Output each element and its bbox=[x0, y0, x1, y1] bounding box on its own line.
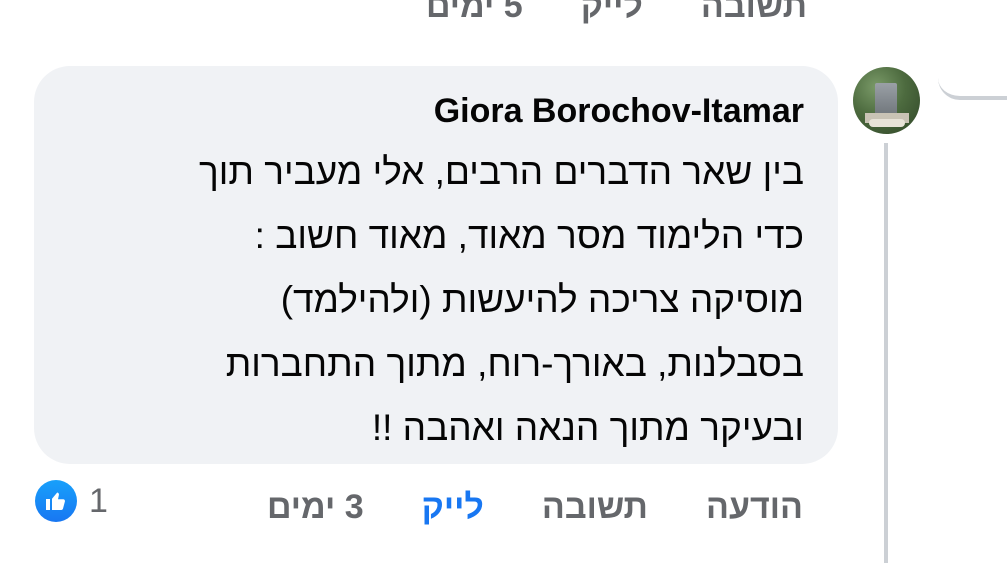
comment-bubble: Giora Borochov-Itamar בין שאר הדברים הרב… bbox=[34, 66, 838, 464]
comment-line: כדי הלימוד מסר מאוד, מאוד חשוב : bbox=[254, 215, 804, 256]
previous-comment-time[interactable]: 5 ימים bbox=[426, 0, 523, 26]
comment-time[interactable]: 3 ימים bbox=[267, 488, 364, 527]
previous-comment-actions: 5 ימים לייק תשובה bbox=[426, 0, 807, 26]
reaction-summary[interactable]: 1 bbox=[35, 478, 108, 524]
thread-line bbox=[884, 143, 888, 563]
comment-line: מוסיקה צריכה להיעשות (ולהילמד) bbox=[280, 279, 804, 320]
reply-connector-line bbox=[938, 0, 1007, 100]
message-button[interactable]: הודעה bbox=[706, 488, 803, 527]
comment-line: בסבלנות, באורך-רוח, מתוך התחברות bbox=[225, 343, 804, 384]
avatar[interactable] bbox=[853, 67, 920, 134]
thumbs-up-icon bbox=[35, 480, 77, 522]
previous-like-button[interactable]: לייק bbox=[581, 0, 643, 26]
comment-text: בין שאר הדברים הרבים, אלי מעביר תוך כדי … bbox=[84, 140, 804, 460]
reaction-count: 1 bbox=[89, 481, 108, 520]
comment-author[interactable]: Giora Borochov-Itamar bbox=[434, 92, 804, 131]
comment-actions: 3 ימים לייק תשובה הודעה bbox=[267, 482, 803, 532]
comment-line: ובעיקר מתוך הנאה ואהבה !! bbox=[371, 407, 804, 448]
comment-line: בין שאר הדברים הרבים, אלי מעביר תוך bbox=[199, 151, 804, 192]
reply-button[interactable]: תשובה bbox=[542, 488, 648, 527]
like-button[interactable]: לייק bbox=[422, 488, 484, 527]
previous-reply-button[interactable]: תשובה bbox=[701, 0, 807, 26]
